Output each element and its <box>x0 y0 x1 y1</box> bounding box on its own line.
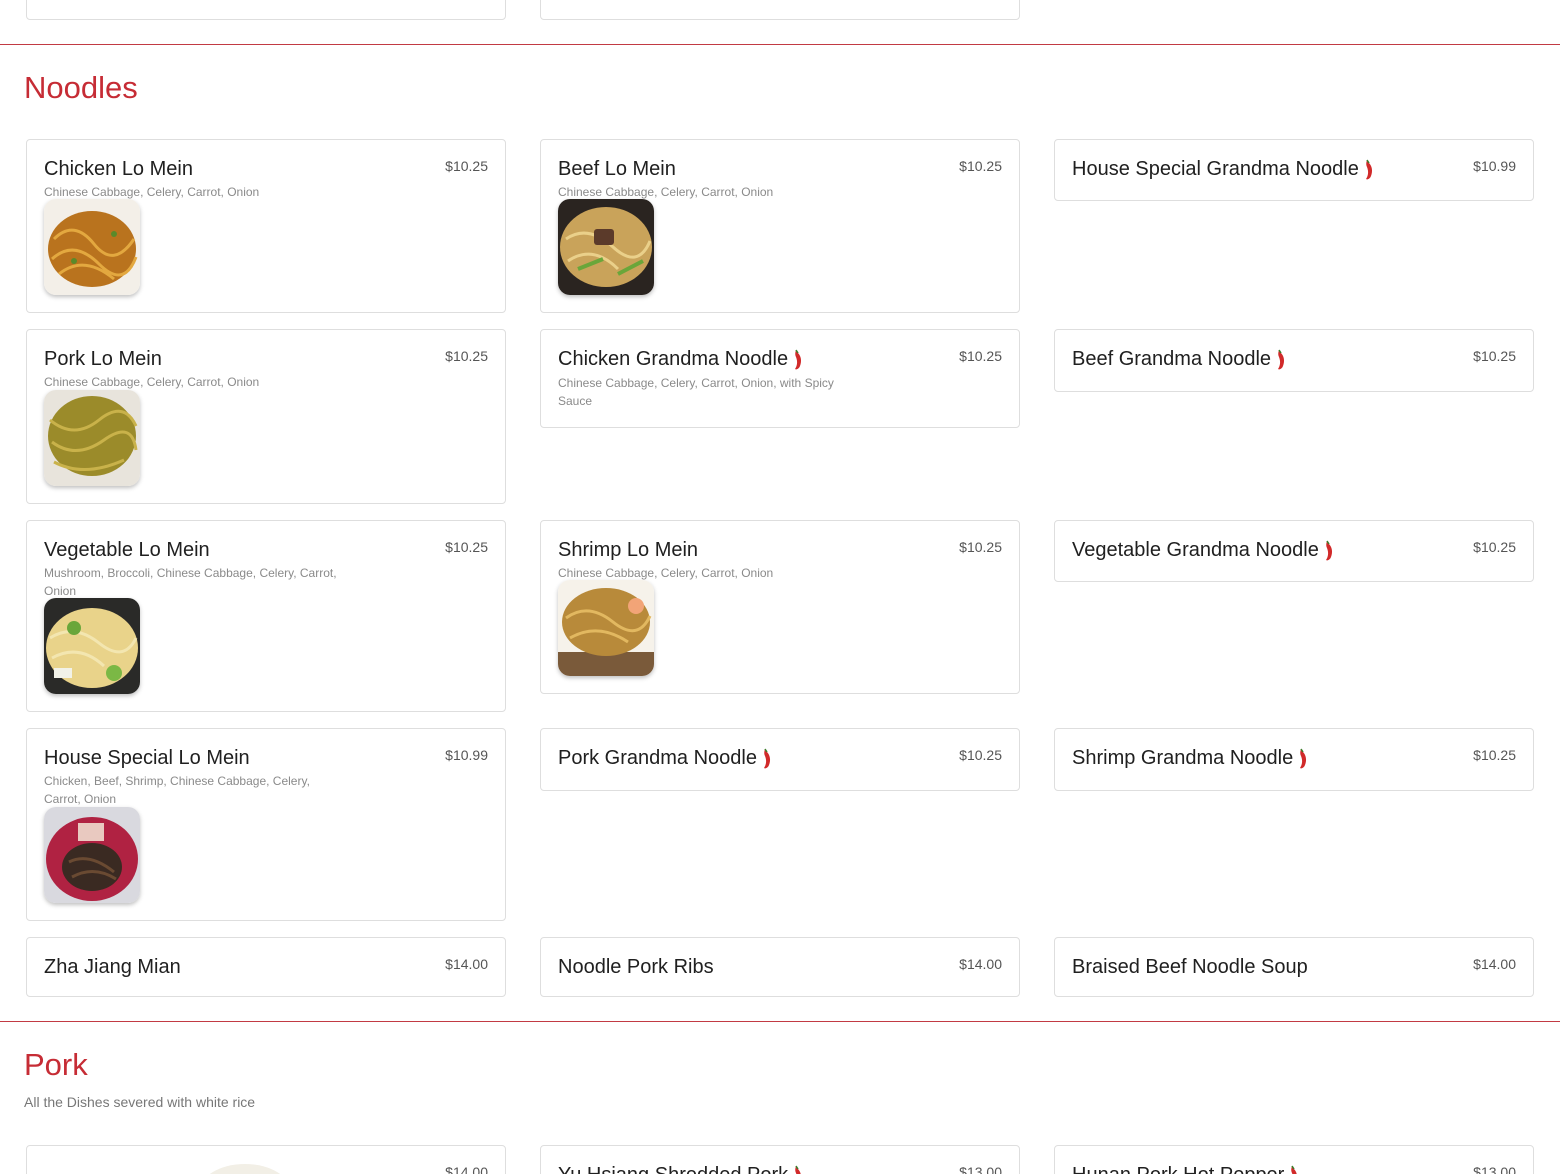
item-price: $14.00 <box>1473 956 1516 972</box>
item-name: Noodle Pork Ribs <box>558 956 714 978</box>
item-name: Hunan Pork Hot Pepper <box>1072 1164 1299 1174</box>
item-name-text: Yu Hsiang Shredded Pork <box>558 1164 788 1174</box>
menu-item-card[interactable]: Yu Hsiang Shredded Pork $13.00 <box>540 1145 1020 1174</box>
pork-lo-mein-photo[interactable] <box>44 390 140 486</box>
item-name: Pork Lo Mein <box>44 348 162 370</box>
item-price: $10.25 <box>445 539 488 555</box>
item-name-text: Vegetable Grandma Noodle <box>1072 539 1319 561</box>
menu-item-card[interactable]: Vegetable Grandma Noodle $10.25 <box>1054 520 1534 582</box>
item-price: $10.99 <box>1473 158 1516 174</box>
menu-item-card[interactable] <box>540 0 1020 20</box>
item-name-text: Beef Grandma Noodle <box>1072 348 1272 370</box>
item-name: Yu Hsiang Shredded Pork <box>558 1164 803 1174</box>
item-name: Vegetable Grandma Noodle <box>1072 539 1334 562</box>
item-price: $10.25 <box>445 158 488 174</box>
item-price: $14.00 <box>445 1164 488 1174</box>
menu-item-card[interactable]: Pork Grandma Noodle $10.25 <box>540 728 1020 791</box>
item-name-text: Shrimp Grandma Noodle <box>1072 747 1294 769</box>
item-name: House Special Grandma Noodle <box>1072 158 1374 181</box>
menu-item-card[interactable]: Beef Grandma Noodle $10.25 <box>1054 329 1534 392</box>
menu-item-card[interactable]: Pork Lo Mein $10.25 Chinese Cabbage, Cel… <box>26 329 506 504</box>
item-name: Beef Grandma Noodle <box>1072 348 1286 371</box>
item-price: $10.25 <box>959 158 1002 174</box>
item-price: $14.00 <box>445 956 488 972</box>
menu-item-card[interactable] <box>26 0 506 20</box>
item-name: Vegetable Lo Mein <box>44 539 210 561</box>
menu-item-card[interactable]: Chicken Lo Mein $10.25 Chinese Cabbage, … <box>26 139 506 313</box>
menu-item-card[interactable]: $14.00 <box>26 1145 506 1174</box>
item-price: $13.00 <box>959 1164 1002 1174</box>
item-name-text: House Special Grandma Noodle <box>1072 158 1359 180</box>
item-price: $10.25 <box>445 348 488 364</box>
item-price: $10.25 <box>959 539 1002 555</box>
menu-item-card[interactable]: Shrimp Grandma Noodle $10.25 <box>1054 728 1534 791</box>
menu-item-card[interactable]: Braised Beef Noodle Soup $14.00 <box>1054 937 1534 997</box>
menu-item-card[interactable]: Vegetable Lo Mein $10.25 Mushroom, Brocc… <box>26 520 506 712</box>
chili-pepper-icon <box>793 349 803 371</box>
chicken-lo-mein-photo[interactable] <box>44 199 140 295</box>
menu-item-card[interactable]: House Special Lo Mein $10.99 Chicken, Be… <box>26 728 506 921</box>
chili-pepper-icon <box>1324 540 1334 562</box>
vegetable-lo-mein-photo[interactable] <box>44 598 140 694</box>
item-name: House Special Lo Mein <box>44 747 250 769</box>
item-name-text: Chicken Grandma Noodle <box>558 348 789 370</box>
item-price: $10.25 <box>1473 747 1516 763</box>
chili-pepper-icon <box>793 1165 803 1174</box>
item-name: Beef Lo Mein <box>558 158 676 180</box>
menu-item-card[interactable]: Beef Lo Mein $10.25 Chinese Cabbage, Cel… <box>540 139 1020 313</box>
menu-item-card[interactable]: Chicken Grandma Noodle $10.25 Chinese Ca… <box>540 329 1020 428</box>
item-price: $10.25 <box>1473 539 1516 555</box>
item-name: Chicken Lo Mein <box>44 158 193 180</box>
menu-item-card[interactable]: Noodle Pork Ribs $14.00 <box>540 937 1020 997</box>
item-name: Chicken Grandma Noodle <box>558 348 803 371</box>
item-description: Chinese Cabbage, Celery, Carrot, Onion <box>44 375 260 389</box>
item-description: Chicken, Beef, Shrimp, Chinese Cabbage, … <box>44 774 310 806</box>
item-price: $10.25 <box>959 747 1002 763</box>
chili-pepper-icon <box>1298 748 1308 770</box>
item-price: $14.00 <box>959 956 1002 972</box>
item-price: $10.25 <box>959 348 1002 364</box>
shrimp-lo-mein-photo[interactable] <box>558 580 654 676</box>
chili-pepper-icon <box>762 748 772 770</box>
item-price: $10.25 <box>1473 348 1516 364</box>
beef-lo-mein-photo[interactable] <box>558 199 654 295</box>
item-name: Pork Grandma Noodle <box>558 747 772 770</box>
item-price: $10.99 <box>445 747 488 763</box>
item-name-text: Pork Grandma Noodle <box>558 747 757 769</box>
item-name-text: Hunan Pork Hot Pepper <box>1072 1164 1284 1174</box>
menu-item-card[interactable]: Hunan Pork Hot Pepper $13.00 <box>1054 1145 1534 1174</box>
section-divider <box>0 1021 1560 1022</box>
item-name: Shrimp Grandma Noodle <box>1072 747 1308 770</box>
item-price: $13.00 <box>1473 1164 1516 1174</box>
item-description: Chinese Cabbage, Celery, Carrot, Onion, … <box>558 376 834 408</box>
item-name: Shrimp Lo Mein <box>558 539 699 561</box>
item-name: Braised Beef Noodle Soup <box>1072 956 1308 978</box>
item-description: Mushroom, Broccoli, Chinese Cabbage, Cel… <box>44 566 337 598</box>
section-divider <box>0 44 1560 45</box>
menu-item-card[interactable]: Shrimp Lo Mein $10.25 Chinese Cabbage, C… <box>540 520 1020 694</box>
house-special-lo-mein-photo[interactable] <box>44 807 140 903</box>
menu-item-card[interactable]: House Special Grandma Noodle $10.99 <box>1054 139 1534 201</box>
chili-pepper-icon <box>1364 159 1374 181</box>
item-name: Zha Jiang Mian <box>44 956 181 978</box>
section-title-pork: Pork <box>24 1047 88 1082</box>
pork-dish-photo[interactable] <box>197 1162 293 1174</box>
chili-pepper-icon <box>1276 349 1286 371</box>
section-title-noodles: Noodles <box>24 70 138 105</box>
chili-pepper-icon <box>1289 1165 1299 1174</box>
section-subtitle: All the Dishes severed with white rice <box>24 1094 256 1110</box>
menu-item-card[interactable]: Zha Jiang Mian $14.00 <box>26 937 506 997</box>
